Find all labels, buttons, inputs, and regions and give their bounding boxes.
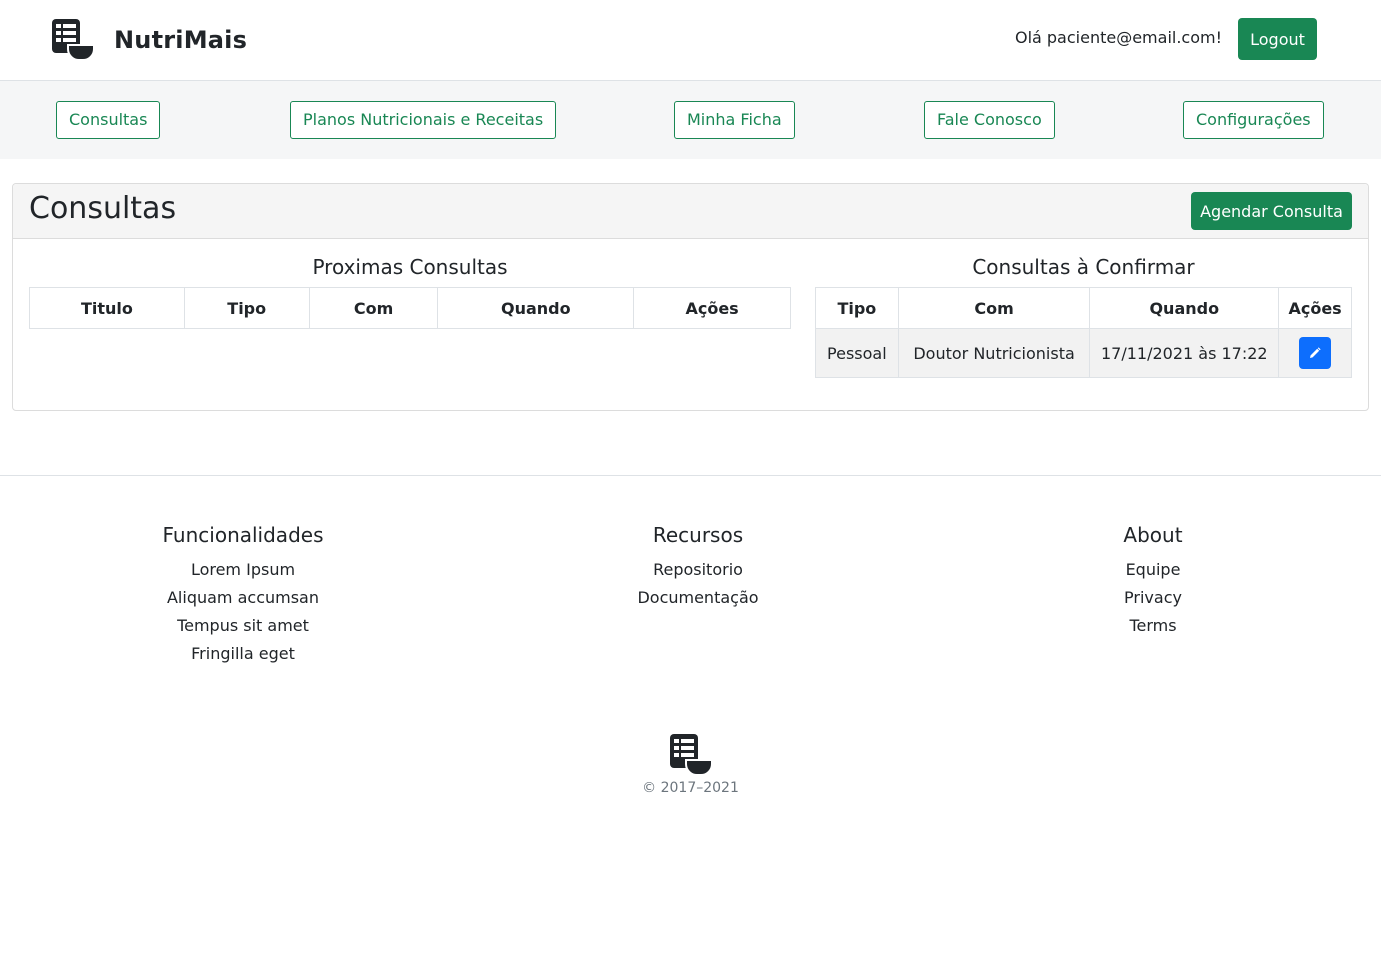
- table-header-row: Tipo Com Quando Ações: [815, 287, 1352, 329]
- edit-button[interactable]: [1299, 337, 1332, 369]
- table-header-row: Titulo Tipo Com Quando Ações: [29, 287, 791, 329]
- column-header: Quando: [1089, 287, 1280, 329]
- nav-fale-conosco[interactable]: Fale Conosco: [924, 101, 1055, 139]
- column-header: Ações: [1278, 287, 1352, 329]
- footer-link[interactable]: Tempus sit amet: [93, 612, 393, 640]
- nav-minha-ficha[interactable]: Minha Ficha: [674, 101, 795, 139]
- schedule-appointment-button[interactable]: Agendar Consulta: [1191, 192, 1352, 230]
- upcoming-title: Proximas Consultas: [312, 255, 508, 279]
- column-header: Titulo: [29, 287, 185, 329]
- pencil-icon: [1310, 347, 1321, 358]
- user-greeting: Olá paciente@email.com!: [1014, 28, 1222, 47]
- footer-link[interactable]: Equipe: [1003, 556, 1303, 584]
- nav-configuracoes[interactable]: Configurações: [1183, 101, 1324, 139]
- brand-name: NutriMais: [114, 26, 248, 54]
- column-header: Ações: [633, 287, 791, 329]
- column-header: Quando: [437, 287, 635, 329]
- main-nav: Consultas Planos Nutricionais e Receitas…: [0, 81, 1381, 159]
- footer-link[interactable]: Repositorio: [548, 556, 848, 584]
- footer-link[interactable]: Lorem Ipsum: [93, 556, 393, 584]
- footer-link[interactable]: Terms: [1003, 612, 1303, 640]
- cell-quando: 17/11/2021 às 17:22: [1089, 328, 1280, 378]
- column-header: Com: [308, 287, 439, 329]
- footer-link[interactable]: Privacy: [1003, 584, 1303, 612]
- cell-acoes: [1278, 328, 1352, 378]
- footer-heading: Funcionalidades: [162, 523, 324, 547]
- nav-planos-nutricionais[interactable]: Planos Nutricionais e Receitas: [290, 101, 557, 139]
- logout-button[interactable]: Logout: [1238, 18, 1317, 60]
- nutrimais-logo-icon: [52, 19, 94, 61]
- column-header: Com: [897, 287, 1091, 329]
- footer-link[interactable]: Documentação: [548, 584, 848, 612]
- table-row: Pessoal Doutor Nutricionista 17/11/2021 …: [815, 328, 1352, 378]
- card-header: Consultas Agendar Consulta: [13, 184, 1368, 239]
- nav-consultas[interactable]: Consultas: [56, 101, 161, 139]
- consultas-card: Consultas Agendar Consulta Proximas Cons…: [12, 183, 1369, 411]
- upcoming-table: Titulo Tipo Com Quando Ações: [29, 287, 791, 329]
- cell-tipo: Pessoal: [815, 328, 899, 378]
- footer-link[interactable]: Fringilla eget: [93, 640, 393, 668]
- footer-divider: [0, 475, 1381, 476]
- footer-col-about: About Equipe Privacy Terms: [1003, 523, 1303, 640]
- top-header: NutriMais Olá paciente@email.com! Logout: [0, 0, 1381, 81]
- brand[interactable]: NutriMais: [52, 19, 247, 61]
- pending-table: Tipo Com Quando Ações Pessoal Doutor Nut…: [815, 287, 1352, 378]
- footer-link[interactable]: Aliquam accumsan: [93, 584, 393, 612]
- page-title: Consultas: [29, 191, 177, 226]
- cell-com: Doutor Nutricionista: [897, 328, 1091, 378]
- footer-col-funcionalidades: Funcionalidades Lorem Ipsum Aliquam accu…: [93, 523, 393, 668]
- copyright: © 2017–2021: [642, 780, 739, 796]
- footer-logo-icon: [670, 734, 712, 776]
- pending-title: Consultas à Confirmar: [972, 255, 1195, 279]
- footer-heading: About: [1123, 523, 1183, 547]
- column-header: Tipo: [183, 287, 310, 329]
- column-header: Tipo: [815, 287, 899, 329]
- footer-heading: Recursos: [652, 523, 744, 547]
- footer-col-recursos: Recursos Repositorio Documentação: [548, 523, 848, 612]
